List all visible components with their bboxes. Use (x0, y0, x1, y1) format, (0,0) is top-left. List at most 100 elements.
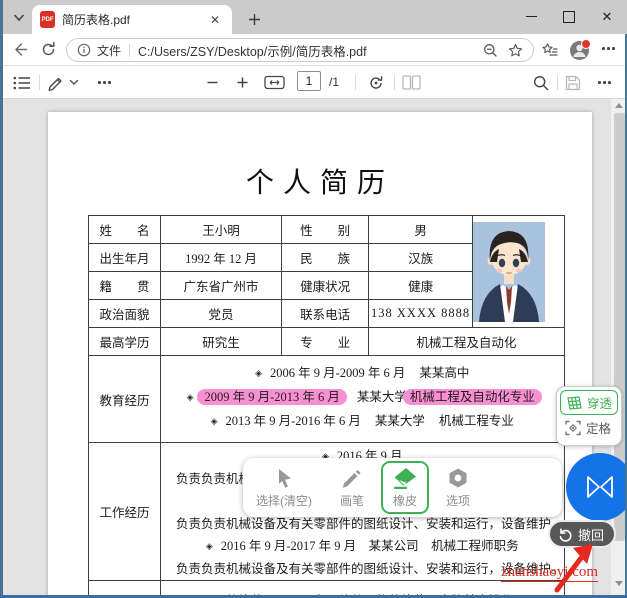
address-bar: 文件 C:/Users/ZSY/Desktop/示例/简历表格.pdf (0, 34, 627, 66)
cell-label: 性 别 (281, 215, 370, 244)
pink-highlight: 机械工程及自动化专业 (402, 389, 542, 405)
profile-avatar[interactable] (570, 39, 591, 60)
red-arrow-annotation (554, 544, 593, 593)
penetrate-button[interactable]: 穿透 (560, 390, 618, 415)
photo-cell (471, 215, 565, 328)
resume-title: 个人简历 (245, 168, 394, 199)
divider (557, 75, 558, 90)
cell-value: 健康 (368, 271, 473, 300)
freeze-button[interactable]: 定格 (560, 415, 618, 440)
tab-close-icon[interactable]: ✕ (206, 11, 224, 29)
draw-dropdown-chevron-icon[interactable] (69, 73, 79, 92)
collections-icon[interactable] (542, 43, 558, 58)
select-clear-tool[interactable]: 选择(清空) (245, 461, 323, 514)
cell-label: 健康状况 (281, 271, 370, 300)
diamond-bullet-icon: ◈ (186, 392, 194, 402)
options-tool[interactable]: 选项 (435, 461, 481, 514)
side-tool-panel: 穿透 定格 (556, 386, 622, 446)
maximize-icon (563, 10, 575, 23)
annotation-app-fab[interactable] (566, 453, 627, 521)
search-icon[interactable] (533, 73, 549, 92)
profile-alert-dot (581, 39, 591, 49)
education-item-highlighted: ◈ 2009 年 9 月-2013 年 6 月某某大学 机械工程及自动化专业 (161, 386, 563, 410)
education-item: ◈ 2013 年 9 月-2016 年 6 月某某大学 机械工程专业 (210, 414, 514, 428)
back-button[interactable] (12, 41, 29, 58)
tab-strip: PDF 简历表格.pdf ✕ ✕ (0, 0, 627, 34)
draw-pen-icon[interactable] (47, 73, 65, 92)
window-close-button[interactable]: ✕ (588, 0, 626, 33)
bowtie-logo-icon (587, 476, 613, 498)
eraser-tool[interactable]: 橡皮 (381, 461, 430, 514)
cell-value: 1992 年 12 月 (159, 243, 283, 272)
eraser-icon (394, 468, 417, 489)
scroll-down-icon[interactable] (615, 581, 623, 586)
fit-to-width-icon[interactable] (264, 73, 285, 92)
scheme-label: 文件 (97, 43, 122, 58)
id-photo (473, 221, 545, 322)
table-row: 姓 名 王小明 性 别 男 (88, 215, 565, 328)
cell-label: 出生年月 (88, 243, 161, 272)
cell-value: 研究生 (159, 327, 283, 356)
page-number-input[interactable] (297, 71, 321, 91)
freeze-frame-icon (565, 420, 581, 435)
pdf-toolbar: /1 (0, 66, 627, 99)
cell-label: 籍 贯 (88, 271, 161, 300)
cell-value: 机械工程及自动化 (368, 327, 565, 356)
work-item-heading: ◈ 2016 年 9 月-2017 年 9 月 某某公司 机械工程师职务 (205, 539, 519, 553)
pen-icon (342, 469, 361, 488)
scroll-up-icon[interactable] (615, 103, 623, 108)
cell-value: 党员 (159, 299, 283, 328)
toolbar-more-right-button[interactable] (598, 73, 611, 92)
cell-value: 138 XXXX 8888 (368, 299, 473, 328)
cell-value: 广东省广州市 (159, 271, 283, 300)
cell-label: 民 族 (281, 243, 370, 272)
page-view-icon (402, 73, 421, 92)
window-border (0, 0, 3, 598)
annotation-toolbar: 选择(清空) 画笔 橡皮 选项 (243, 458, 562, 517)
zoom-out-button[interactable] (206, 73, 219, 92)
browser-tab[interactable]: PDF 简历表格.pdf ✕ (32, 5, 232, 34)
divider (129, 43, 131, 57)
cell-label: 姓 名 (88, 215, 161, 244)
cursor-icon (279, 469, 291, 488)
resume-table: 姓 名 王小明 性 别 男 出生年月 1992 年 12 月 民 族 汉族 籍 … (88, 215, 565, 598)
divider (355, 75, 356, 90)
cell-label: 工作经历 (88, 442, 161, 581)
cell-value: 汉族 (368, 243, 473, 272)
tab-search-chevron-icon[interactable] (8, 7, 30, 29)
divider (394, 75, 395, 90)
cell-label: 最高学历 (88, 327, 161, 356)
diamond-bullet-icon: ◈ (205, 541, 213, 551)
toc-icon[interactable] (13, 73, 31, 92)
zoom-in-button[interactable] (236, 73, 249, 92)
minimize-icon (525, 15, 537, 18)
toolbar-more-left-button[interactable] (98, 73, 111, 92)
page-total-label: /1 (329, 75, 340, 89)
favorite-star-icon[interactable] (508, 43, 523, 58)
education-item: ◈ 2006 年 9 月-2009 年 6 月某某高中 (255, 366, 470, 380)
zoom-out-icon[interactable] (483, 43, 498, 58)
pdf-file-icon: PDF (40, 11, 55, 28)
new-tab-button[interactable] (244, 9, 264, 29)
diamond-bullet-icon: ◈ (255, 368, 262, 378)
pdf-page: 个人简历 姓 名 王小明 性 别 男 出生年月 1992 年 12 月 民 族 … (48, 112, 592, 598)
browser-menu-button[interactable] (602, 47, 615, 50)
window-maximize-button[interactable] (550, 0, 588, 33)
options-icon (449, 468, 467, 488)
url-field[interactable]: 文件 C:/Users/ZSY/Desktop/示例/简历表格.pdf (66, 38, 534, 62)
divider (39, 75, 40, 90)
education-row: 教育经历 ◈ 2006 年 9 月-2009 年 6 月某某高中 ◈ 2009 年 … (88, 355, 565, 443)
info-icon[interactable] (77, 43, 91, 57)
cell-label: 政治面貌 (88, 299, 161, 328)
pen-tool[interactable]: 画笔 (329, 461, 375, 514)
diamond-bullet-icon: ◈ (210, 416, 218, 426)
rotate-icon[interactable] (367, 73, 385, 92)
window-minimize-button[interactable] (512, 0, 550, 33)
browser-window: { "window": { "tab_title": "简历表格.pdf", "… (0, 0, 627, 598)
refresh-button[interactable] (40, 41, 57, 58)
pink-highlight: 2009 年 9 月-2013 年 6 月 (197, 389, 347, 405)
table-row: 最高学历 研究生 专 业 机械工程及自动化 (88, 327, 565, 356)
cell-label: 教育经历 (88, 355, 161, 443)
cell-label: 专 业 (281, 327, 370, 356)
cell-value: 王小明 (159, 215, 283, 244)
